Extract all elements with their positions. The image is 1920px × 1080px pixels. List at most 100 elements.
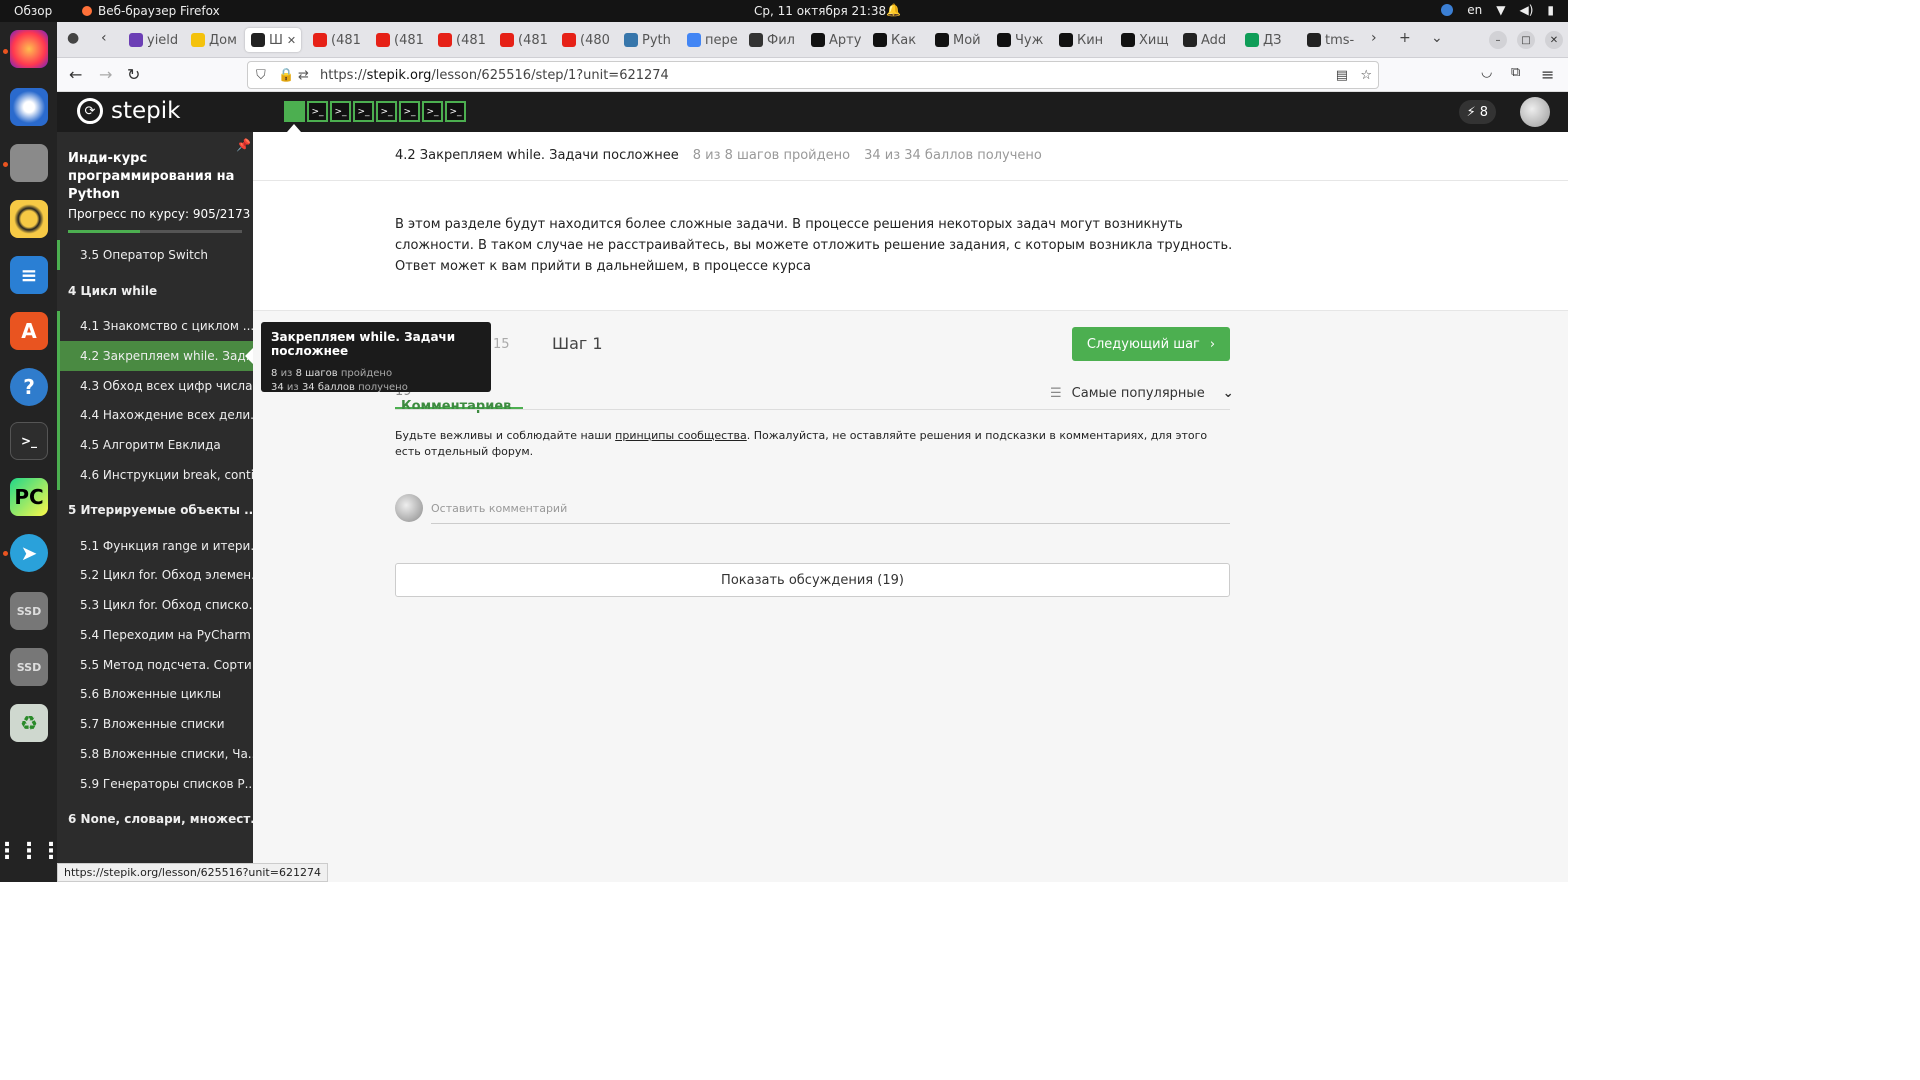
sidebar-lesson-item[interactable]: 3.5 Оператор Switch	[57, 240, 253, 270]
bookmark-star-icon[interactable]: ☆	[1360, 68, 1372, 83]
sidebar-lesson-item[interactable]: 5.9 Генераторы списков Р...	[57, 769, 253, 799]
sidebar-lesson-item[interactable]: 4.1 Знакомство с циклом ...	[57, 311, 253, 341]
back-icon[interactable]: ←	[69, 65, 82, 84]
terminal-icon[interactable]: >_	[10, 422, 48, 460]
sidebar-lesson-item[interactable]: 5.2 Цикл for. Обход элемен...	[57, 560, 253, 590]
tab-scroll-right-icon[interactable]: ›	[1371, 30, 1377, 46]
notification-bell-icon[interactable]: 🔔	[886, 3, 901, 17]
course-title[interactable]: Инди-курс программирования на Python	[68, 150, 238, 204]
thunderbird-icon[interactable]	[10, 88, 48, 126]
telegram-icon[interactable]: ➤	[10, 534, 48, 572]
active-app-menu[interactable]: Веб-браузер Firefox	[82, 4, 220, 18]
sidebar-section[interactable]: 4 Цикл while	[57, 276, 253, 306]
tab[interactable]: Pyth	[624, 28, 680, 52]
step-code-icon[interactable]: >_	[399, 101, 420, 122]
battery-icon[interactable]: ▮	[1547, 3, 1554, 17]
rhythmbox-icon[interactable]	[10, 200, 48, 238]
show-apps-grid-icon[interactable]: ⋮⋮⋮	[0, 832, 62, 870]
globe-icon[interactable]	[1441, 4, 1454, 16]
step-text-icon[interactable]	[284, 101, 305, 122]
next-step-button[interactable]: Следующий шаг ›	[1072, 327, 1230, 361]
volume-icon[interactable]: ◀)	[1519, 3, 1533, 17]
tab[interactable]: ДЗ	[1245, 28, 1301, 52]
sidebar-lesson-item[interactable]: 4.4 Нахождение всех дели...	[57, 400, 253, 430]
stepik-logo[interactable]: ⟳ stepik	[77, 98, 180, 124]
sidebar-lesson-item[interactable]: 4.6 Инструкции break, conti...	[57, 460, 253, 490]
new-tab-icon[interactable]: +	[1399, 30, 1411, 46]
user-avatar[interactable]	[1520, 97, 1550, 127]
list-all-tabs-icon[interactable]: ⌄	[1431, 30, 1443, 46]
reader-view-icon[interactable]: ▤	[1336, 68, 1348, 83]
extensions-icon[interactable]: ⧉	[1511, 65, 1520, 80]
pocket-icon[interactable]: ◡	[1481, 65, 1492, 80]
sidebar-lesson-item[interactable]: 5.1 Функция range и итери...	[57, 531, 253, 561]
sidebar-lesson-item[interactable]: 4.2 Закрепляем while. Зад...	[57, 341, 253, 371]
maximize-icon[interactable]: □	[1517, 31, 1535, 49]
sidebar-lesson-item[interactable]: 5.8 Вложенные списки, Ча...	[57, 739, 253, 769]
sidebar-lesson-item[interactable]: 5.7 Вложенные списки	[57, 709, 253, 739]
comment-input[interactable]: Оставить комментарий	[431, 498, 1230, 524]
step-code-icon[interactable]: >_	[353, 101, 374, 122]
tab[interactable]: Арту	[811, 28, 867, 52]
app-menu-icon[interactable]: ≡	[1541, 65, 1554, 84]
close-window-icon[interactable]: ✕	[1545, 31, 1563, 49]
firefox-launcher-icon[interactable]	[10, 30, 48, 68]
tab[interactable]: (481	[313, 28, 369, 52]
tab-scroll-left-icon[interactable]: ‹	[101, 30, 107, 46]
activities-button[interactable]: Обзор	[14, 4, 52, 18]
step-code-icon[interactable]: >_	[376, 101, 397, 122]
ssd-drive-icon[interactable]: SSD	[10, 648, 48, 686]
tab[interactable]: tms-	[1307, 28, 1363, 52]
pin-icon[interactable]: 📌	[236, 138, 251, 152]
tracking-shield-icon[interactable]: ⛉	[256, 68, 266, 83]
app-center-icon[interactable]: A	[10, 312, 48, 350]
permissions-icon[interactable]: ⇄	[298, 68, 309, 83]
tab[interactable]: Как	[873, 28, 929, 52]
tab[interactable]: Хищ	[1121, 28, 1177, 52]
tab[interactable]: Фил	[749, 28, 805, 52]
keyboard-layout[interactable]: en	[1467, 3, 1482, 17]
sidebar-section[interactable]: 6 None, словари, множест...	[57, 804, 253, 834]
files-icon[interactable]	[10, 144, 48, 182]
url-bar[interactable]: ⛉ 🔒 ⇄ https://stepik.org/lesson/625516/s…	[247, 61, 1379, 89]
step-code-icon[interactable]: >_	[445, 101, 466, 122]
minimize-icon[interactable]: –	[1489, 31, 1507, 49]
step-code-icon[interactable]: >_	[422, 101, 443, 122]
sidebar-lesson-item[interactable]: 4.3 Обход всех цифр числа...	[57, 371, 253, 401]
sidebar-lesson-item[interactable]: 5.6 Вложенные циклы	[57, 679, 253, 709]
tab[interactable]: (481	[376, 28, 432, 52]
sidebar-lesson-item[interactable]: 5.4 Переходим на PyCharm	[57, 620, 253, 650]
ssd-drive-icon[interactable]: SSD	[10, 592, 48, 630]
tab[interactable]: Ш ✕	[245, 28, 301, 52]
step-code-icon[interactable]: >_	[307, 101, 328, 122]
show-discussions-button[interactable]: Показать обсуждения (19)	[395, 563, 1230, 597]
sidebar-lesson-item[interactable]: 5.3 Цикл for. Обход списко...	[57, 590, 253, 620]
sidebar-section[interactable]: 5 Итерируемые объекты ...	[57, 495, 253, 525]
lock-icon[interactable]: 🔒	[278, 68, 294, 83]
tab[interactable]: (481	[438, 28, 494, 52]
tab[interactable]: (480	[562, 28, 618, 52]
comments-sort-select[interactable]: ☰ Самые популярные ⌄	[1050, 386, 1234, 401]
wifi-icon[interactable]: ▼	[1496, 3, 1505, 17]
help-icon[interactable]: ?	[10, 368, 48, 406]
community-principles-link[interactable]: принципы сообщества	[615, 429, 747, 442]
trash-icon[interactable]: ♻	[10, 704, 48, 742]
tab[interactable]: Чуж	[997, 28, 1053, 52]
tab[interactable]: Дом	[191, 28, 247, 52]
tab[interactable]: Мой	[935, 28, 991, 52]
tab[interactable]: Кин	[1059, 28, 1115, 52]
sidebar-lesson-item[interactable]: 5.5 Метод подсчета. Сорти...	[57, 650, 253, 680]
tab[interactable]: yield	[129, 28, 185, 52]
firefox-view-icon[interactable]: ●	[67, 30, 79, 46]
reload-icon[interactable]: ↻	[127, 65, 140, 84]
clock[interactable]: Ср, 11 октября 21:38	[754, 4, 886, 18]
energy-badge[interactable]: ⚡ 8	[1458, 100, 1496, 124]
tab[interactable]: Add	[1183, 28, 1239, 52]
tab[interactable]: пере	[687, 28, 743, 52]
tab[interactable]: (481	[500, 28, 556, 52]
pycharm-icon[interactable]: PC	[10, 478, 48, 516]
close-tab-icon[interactable]: ✕	[287, 34, 296, 47]
sidebar-lesson-item[interactable]: 4.5 Алгоритм Евклида	[57, 430, 253, 460]
forward-icon[interactable]: →	[99, 65, 112, 84]
writer-icon[interactable]: ≡	[10, 256, 48, 294]
